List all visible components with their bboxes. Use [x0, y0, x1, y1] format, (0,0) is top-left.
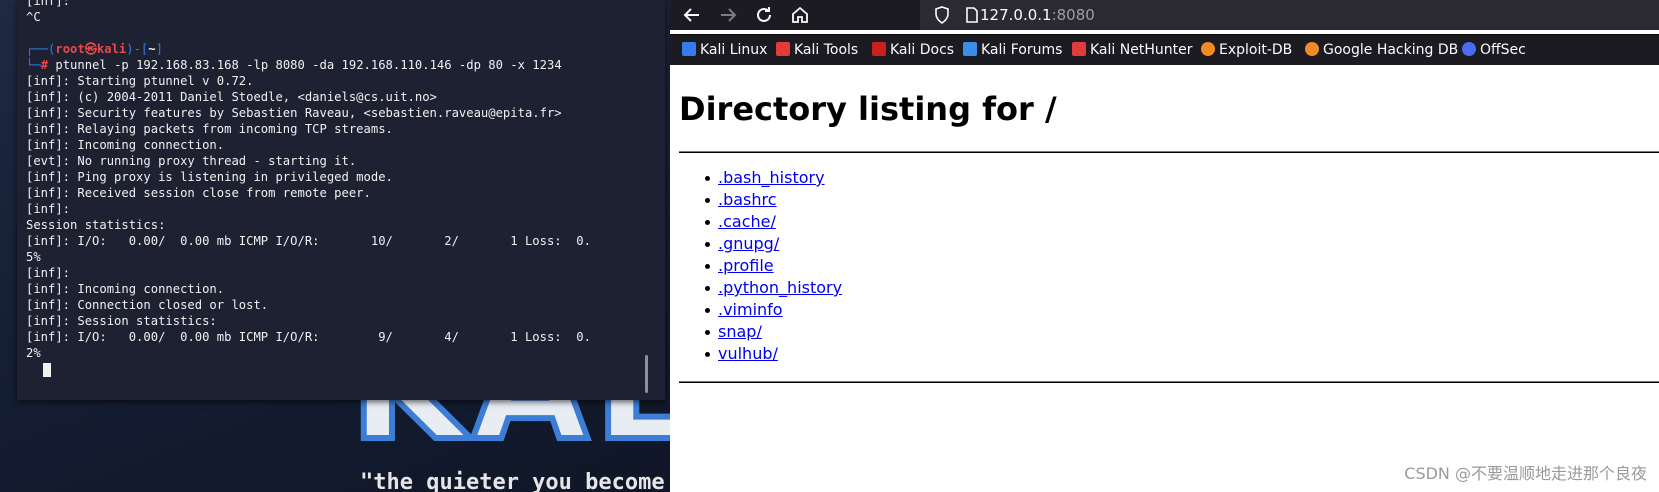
terminal-output: [inf]: ^C ┌──(root㉿kali)-[~] └─# ptunnel…: [26, 0, 591, 361]
home-button[interactable]: [788, 3, 812, 27]
bookmark-kali-forums[interactable]: Kali Forums: [963, 41, 1062, 59]
terminal-line: [inf]: Session statistics:: [26, 314, 217, 328]
terminal-line: 5%: [26, 250, 41, 264]
reload-icon: [757, 7, 771, 22]
file-link[interactable]: vulhub/: [718, 344, 778, 363]
terminal-line: [inf]: Security features by Sebastien Ra…: [26, 106, 562, 120]
shield-icon[interactable]: [932, 5, 952, 25]
bookmark-kali-docs[interactable]: Kali Docs: [872, 41, 954, 59]
arrow-left-icon: [683, 8, 699, 22]
terminal-line: [inf]: I/O: 0.00/ 0.00 mb ICMP I/O/R: 10…: [26, 234, 591, 248]
browser-toolbar: 127.0.0.1:8080: [670, 0, 1659, 30]
terminal-cursor: [43, 363, 51, 377]
terminal-line: [inf]: Ping proxy is listening in privil…: [26, 170, 393, 184]
terminal-line: [inf]: Incoming connection.: [26, 138, 225, 152]
url-port: :8080: [1051, 6, 1095, 24]
terminal-line: ^C: [26, 10, 41, 24]
bookmark-label: Exploit-DB: [1219, 42, 1293, 58]
divider: [679, 151, 1659, 153]
terminal-line: [inf]: Incoming connection.: [26, 282, 225, 296]
url-host: 127.0.0.1: [980, 6, 1052, 24]
bookmark-kali-nethunter[interactable]: Kali NetHunter: [1072, 41, 1192, 59]
prompt-frame: ]: [155, 42, 163, 56]
terminal-scrollbar[interactable]: [645, 355, 648, 393]
prompt-frame: )-[: [126, 42, 149, 56]
url-text[interactable]: 127.0.0.1:8080: [980, 5, 1095, 25]
file-link[interactable]: .bash_history: [718, 168, 825, 187]
browser-window: 127.0.0.1:8080 Kali Linux Kali Tools Kal…: [670, 0, 1659, 492]
terminal-window[interactable]: [inf]: ^C ┌──(root㉿kali)-[~] └─# ptunnel…: [17, 0, 665, 400]
exploit-db-icon: [1201, 42, 1215, 56]
nethunter-icon: [1072, 42, 1086, 56]
list-item: .bash_history: [704, 167, 842, 189]
kali-icon: [682, 42, 696, 56]
terminal-line: Session statistics:: [26, 218, 166, 232]
kali-docs-icon: [872, 42, 886, 56]
terminal-line: [inf]: Relaying packets from incoming TC…: [26, 122, 393, 136]
bookmark-label: Kali NetHunter: [1090, 42, 1193, 58]
list-item: .bashrc: [704, 189, 842, 211]
terminal-command: ptunnel -p 192.168.83.168 -lp 8080 -da 1…: [48, 58, 562, 72]
list-item: vulhub/: [704, 343, 842, 365]
prompt-frame: ┌──(: [26, 42, 56, 56]
kali-tools-icon: [776, 42, 790, 56]
bookmark-kali-tools[interactable]: Kali Tools: [776, 41, 858, 59]
file-link[interactable]: snap/: [718, 322, 762, 341]
ghdb-icon: [1305, 42, 1319, 56]
list-item: snap/: [704, 321, 842, 343]
bookmark-exploit-db[interactable]: Exploit-DB: [1201, 41, 1292, 59]
bookmark-label: Kali Forums: [981, 42, 1063, 58]
file-link[interactable]: .profile: [718, 256, 774, 275]
prompt-user: root㉿kali: [55, 42, 127, 56]
file-link[interactable]: .cache/: [718, 212, 776, 231]
file-link[interactable]: .viminfo: [718, 300, 783, 319]
bookmark-label: Kali Tools: [794, 42, 859, 58]
prompt-hash: #: [40, 58, 49, 72]
home-icon: [792, 6, 808, 23]
list-item: .python_history: [704, 277, 842, 299]
list-item: .cache/: [704, 211, 842, 233]
watermark: CSDN @不要温顺地走进那个良夜: [1404, 464, 1647, 483]
bookmark-google-hacking-db[interactable]: Google Hacking DB: [1305, 41, 1458, 59]
offsec-icon: [1462, 42, 1476, 56]
arrow-right-icon: [721, 8, 737, 22]
file-link[interactable]: .bashrc: [718, 190, 777, 209]
terminal-line: [inf]: Starting ptunnel v 0.72.: [26, 74, 254, 88]
file-link[interactable]: .python_history: [718, 278, 842, 297]
page-content: Directory listing for / .bash_history .b…: [670, 65, 1659, 492]
file-link[interactable]: .gnupg/: [718, 234, 779, 253]
list-item: .viminfo: [704, 299, 842, 321]
terminal-line: [inf]: Connection closed or lost.: [26, 298, 269, 312]
kali-forums-icon: [963, 42, 977, 56]
bookmark-label: Google Hacking DB: [1323, 42, 1459, 58]
terminal-line: [inf]:: [26, 266, 71, 280]
terminal-line: [inf]:: [26, 202, 71, 216]
back-button[interactable]: [680, 3, 704, 27]
desktop-quote: "the quieter you become: [360, 470, 665, 492]
page-icon[interactable]: [962, 5, 982, 25]
reload-button[interactable]: [752, 3, 776, 27]
list-item: .gnupg/: [704, 233, 842, 255]
file-list: .bash_history .bashrc .cache/ .gnupg/ .p…: [704, 167, 842, 365]
terminal-line: 2%: [26, 346, 41, 360]
bookmarks-toolbar: Kali Linux Kali Tools Kali Docs Kali For…: [670, 34, 1659, 65]
bookmark-label: Kali Linux: [700, 42, 768, 58]
prompt-path: ~: [148, 42, 156, 56]
bookmark-kali-linux[interactable]: Kali Linux: [682, 41, 767, 59]
prompt-frame: └─: [26, 58, 41, 72]
terminal-line: [inf]: I/O: 0.00/ 0.00 mb ICMP I/O/R: 9/…: [26, 330, 591, 344]
bookmark-offsec[interactable]: OffSec: [1462, 41, 1526, 59]
list-item: .profile: [704, 255, 842, 277]
bookmark-label: OffSec: [1480, 42, 1526, 58]
terminal-line: [inf]: Received session close from remot…: [26, 186, 371, 200]
divider: [679, 381, 1659, 383]
forward-button[interactable]: [716, 3, 740, 27]
bookmark-label: Kali Docs: [890, 42, 955, 58]
page-title: Directory listing for /: [679, 90, 1057, 128]
terminal-line: [inf]: (c) 2004-2011 Daniel Stoedle, <da…: [26, 90, 437, 104]
terminal-line: [inf]:: [26, 0, 71, 8]
terminal-line: [evt]: No running proxy thread - startin…: [26, 154, 357, 168]
